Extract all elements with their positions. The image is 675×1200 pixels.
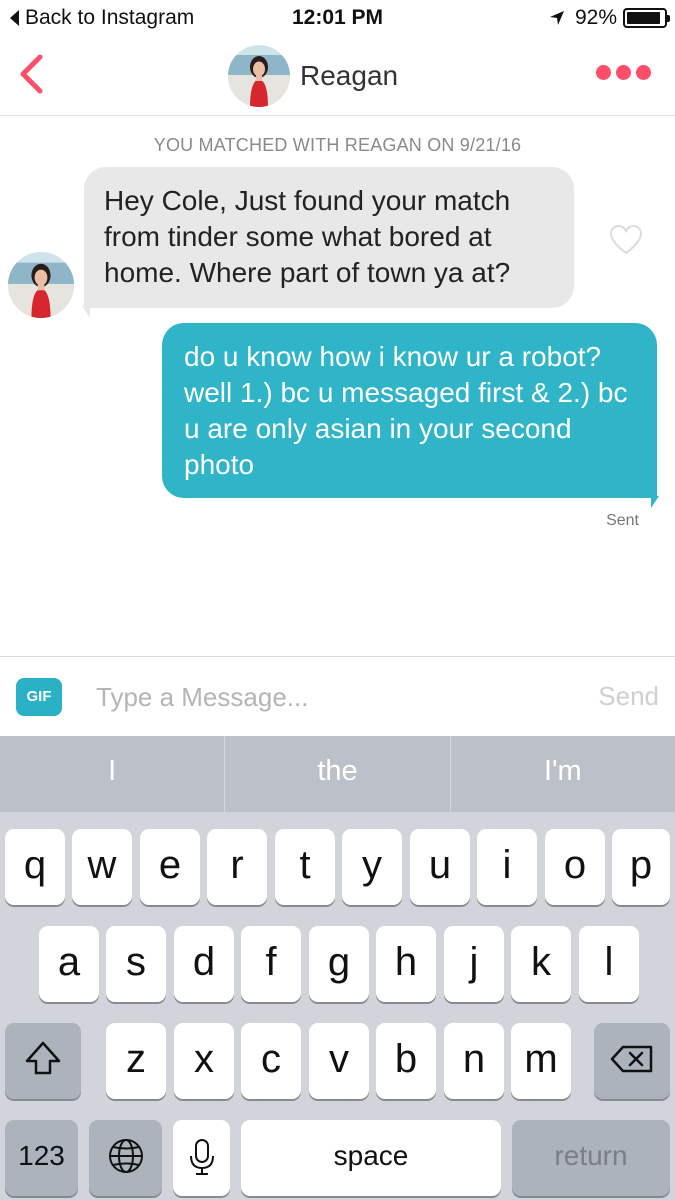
suggestion[interactable]: the: [224, 736, 449, 812]
key-g[interactable]: g: [309, 926, 369, 1002]
keyboard: I the I'm q w e r t y u i o p a s d f g …: [0, 736, 675, 1200]
key-l[interactable]: l: [579, 926, 639, 1002]
message-composer: GIF Send: [0, 656, 675, 736]
key-q[interactable]: q: [5, 829, 65, 905]
key-j[interactable]: j: [444, 926, 504, 1002]
key-h[interactable]: h: [376, 926, 436, 1002]
globe-key[interactable]: [89, 1120, 162, 1196]
profile-header[interactable]: Reagan: [228, 45, 398, 107]
status-right: 92%: [549, 6, 670, 30]
dot: [636, 65, 651, 80]
key-m[interactable]: m: [511, 1023, 571, 1099]
space-key[interactable]: space: [241, 1120, 501, 1196]
key-c[interactable]: c: [241, 1023, 301, 1099]
back-to-instagram-label: Back to Instagram: [25, 6, 195, 29]
key-f[interactable]: f: [241, 926, 301, 1002]
dot: [616, 65, 631, 80]
incoming-message[interactable]: Hey Cole, Just found your match from tin…: [82, 167, 574, 318]
globe-icon: [108, 1139, 143, 1173]
key-r[interactable]: r: [207, 829, 267, 905]
message-input[interactable]: [96, 677, 576, 717]
backspace-icon: [610, 1045, 653, 1073]
more-dots-icon[interactable]: [591, 65, 651, 80]
message-avatar[interactable]: [8, 252, 74, 318]
key-v[interactable]: v: [309, 1023, 369, 1099]
key-i[interactable]: i: [477, 829, 537, 905]
key-e[interactable]: e: [140, 829, 200, 905]
key-n[interactable]: n: [444, 1023, 504, 1099]
key-t[interactable]: t: [275, 829, 335, 905]
key-b[interactable]: b: [376, 1023, 436, 1099]
avatar[interactable]: [228, 45, 290, 107]
key-p[interactable]: p: [612, 829, 670, 905]
microphone-key[interactable]: [173, 1120, 230, 1196]
gif-button[interactable]: GIF: [16, 678, 62, 716]
key-s[interactable]: s: [106, 926, 166, 1002]
send-button[interactable]: Send: [598, 681, 659, 712]
key-z[interactable]: z: [106, 1023, 166, 1099]
heart-icon[interactable]: [609, 224, 643, 256]
shift-key[interactable]: [5, 1023, 81, 1099]
location-arrow-icon: [549, 11, 564, 25]
key-k[interactable]: k: [511, 926, 571, 1002]
battery-icon: [623, 8, 670, 28]
backspace-key[interactable]: [594, 1023, 670, 1099]
chevron-left-icon[interactable]: [14, 54, 48, 94]
return-key[interactable]: return: [512, 1120, 670, 1196]
sent-status: Sent: [606, 512, 639, 529]
battery-level: [627, 12, 661, 24]
key-y[interactable]: y: [342, 829, 402, 905]
chat-header: Reagan: [0, 38, 675, 116]
key-w[interactable]: w: [72, 829, 132, 905]
microphone-icon: [189, 1139, 214, 1175]
numbers-key[interactable]: 123: [5, 1120, 78, 1196]
key-a[interactable]: a: [39, 926, 99, 1002]
predictive-bar: I the I'm: [0, 736, 675, 812]
shift-arrow-icon: [25, 1041, 61, 1075]
suggestion[interactable]: I: [0, 736, 224, 812]
dot: [596, 65, 611, 80]
back-to-instagram[interactable]: Back to Instagram: [10, 6, 194, 30]
key-u[interactable]: u: [410, 829, 470, 905]
status-bar: Back to Instagram 12:01 PM 92%: [0, 0, 675, 38]
back-triangle-icon: [10, 10, 19, 26]
key-d[interactable]: d: [174, 926, 234, 1002]
suggestion[interactable]: I'm: [449, 736, 675, 812]
key-o[interactable]: o: [545, 829, 605, 905]
match-date-note: YOU MATCHED WITH REAGAN ON 9/21/16: [153, 135, 522, 155]
battery-percent: 92%: [574, 6, 617, 29]
key-x[interactable]: x: [174, 1023, 234, 1099]
outgoing-message[interactable]: do u know how i know ur a robot? well 1.…: [162, 323, 659, 508]
contact-name: Reagan: [300, 60, 399, 91]
